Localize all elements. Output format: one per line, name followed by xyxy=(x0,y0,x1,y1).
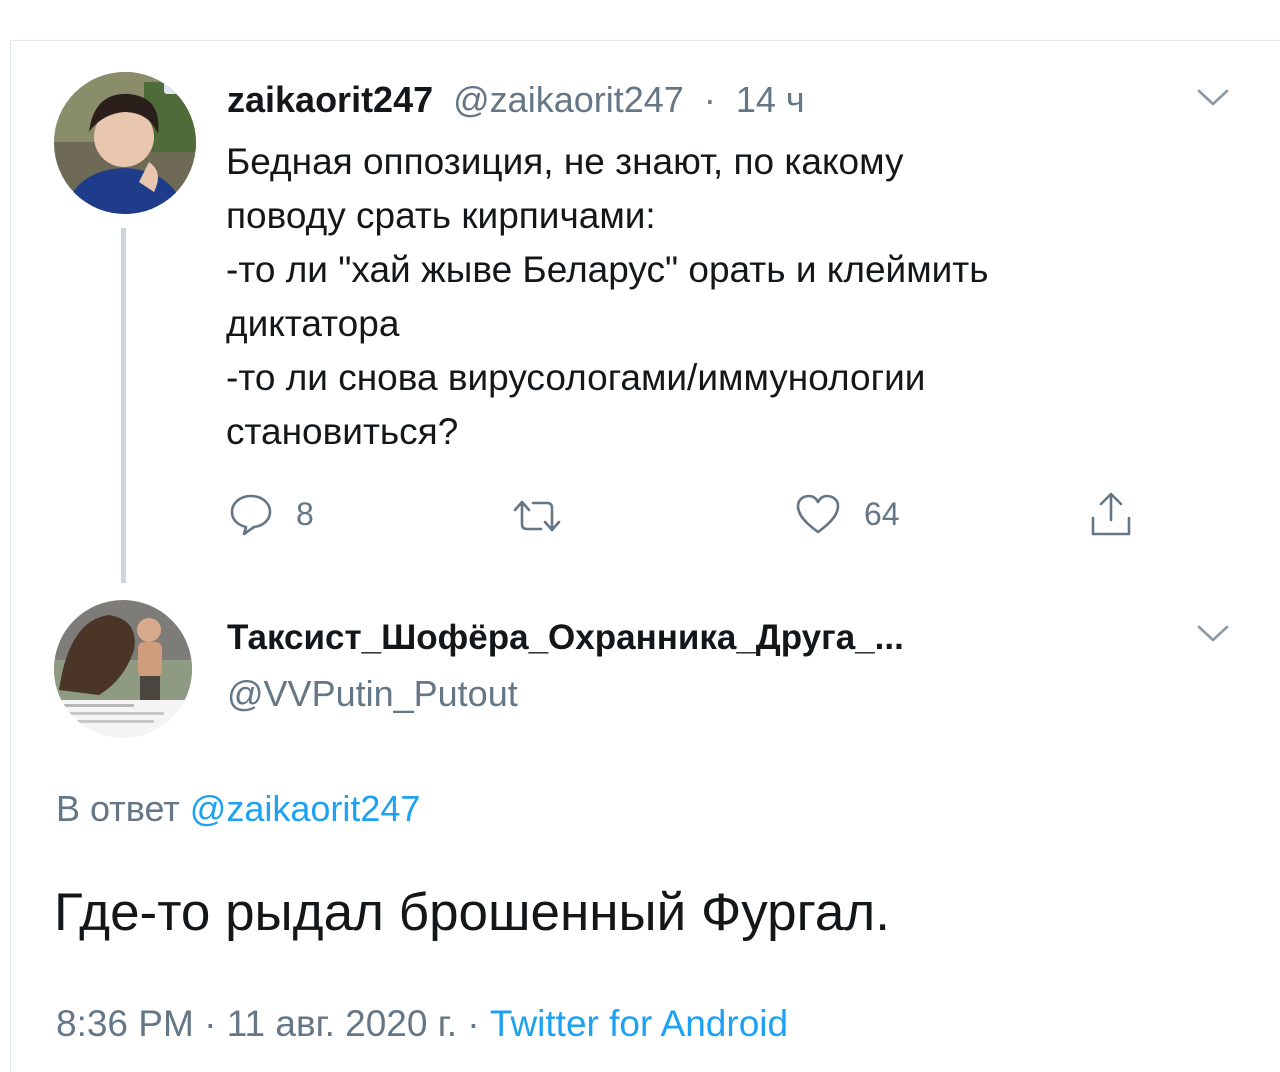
reply-avatar[interactable] xyxy=(54,600,192,738)
like-button[interactable]: 64 xyxy=(794,492,900,536)
like-count: 64 xyxy=(864,495,900,532)
comment-icon xyxy=(230,494,272,536)
reply-display-name[interactable]: Таксист_Шофёра_Охранника_Друга_... xyxy=(227,614,904,662)
replying-to-link[interactable]: @zaikaorit247 xyxy=(190,788,421,829)
display-name[interactable]: zaikaorit247 xyxy=(227,79,433,120)
post-time[interactable]: 8:36 PM xyxy=(56,1003,194,1044)
retweet-button[interactable] xyxy=(509,496,587,536)
reply-button[interactable]: 8 xyxy=(228,492,314,536)
replying-to: В ответ @zaikaorit247 xyxy=(56,785,420,833)
post-date[interactable]: 11 авг. 2020 г. xyxy=(227,1003,457,1044)
share-icon xyxy=(1091,492,1131,536)
handle[interactable]: @zaikaorit247 xyxy=(453,79,684,120)
share-button[interactable] xyxy=(1088,490,1134,538)
source-link[interactable]: Twitter for Android xyxy=(490,1003,788,1044)
heart-icon xyxy=(796,494,840,534)
chevron-down-icon[interactable] xyxy=(1196,624,1230,644)
timestamp[interactable]: 14 ч xyxy=(736,79,805,120)
tweet-header: zaikaorit247 @zaikaorit247 · 14 ч xyxy=(227,78,805,122)
chevron-down-icon[interactable] xyxy=(1196,88,1230,108)
reply-handle[interactable]: @VVPutin_Putout xyxy=(227,670,518,718)
separator: · xyxy=(204,1003,217,1044)
replying-prefix: В ответ xyxy=(56,788,180,829)
reply-count: 8 xyxy=(296,495,314,532)
retweet-icon xyxy=(513,500,561,532)
separator: · xyxy=(467,1003,480,1044)
avatar[interactable] xyxy=(54,72,196,214)
tweet-meta-footer: 8:36 PM · 11 авг. 2020 г. · Twitter for … xyxy=(56,998,788,1050)
reply-text: Где-то рыдал брошенный Фургал. xyxy=(54,883,890,942)
separator: · xyxy=(703,79,716,120)
thread-connector xyxy=(121,228,126,583)
tweet-text: Бедная оппозиция, не знают, по какому по… xyxy=(226,141,989,452)
